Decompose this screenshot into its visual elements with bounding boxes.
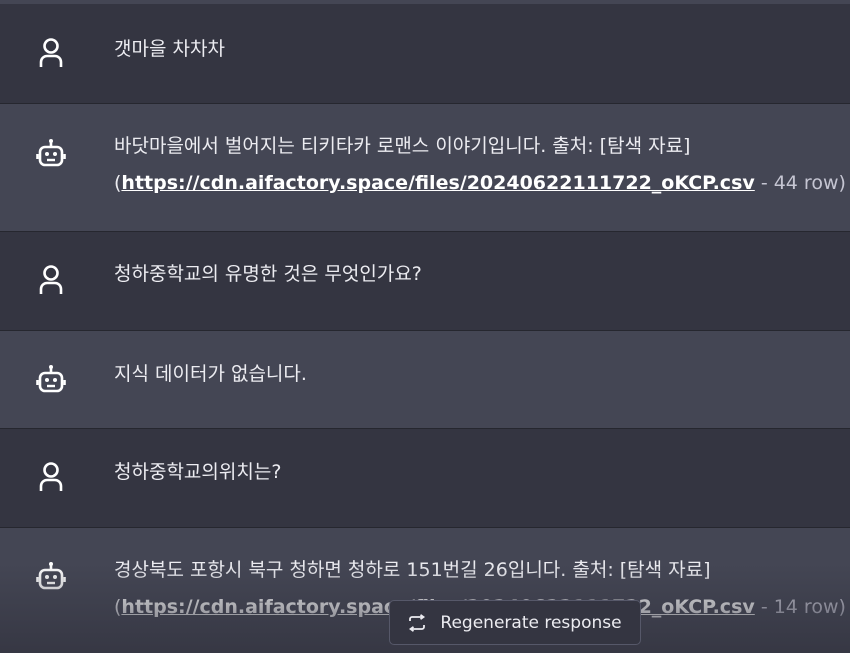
message-text: 갯마을 차차차	[114, 38, 225, 60]
robot-icon	[36, 138, 66, 168]
regenerate-response-button[interactable]: Regenerate response	[389, 600, 641, 645]
chat-message-bot: 지식 데이터가 없습니다.	[0, 331, 850, 429]
message-line: 경상북도 포항시 북구 청하면 청하로 151번길 26입니다. 출처: [탐색…	[114, 559, 711, 581]
chat-message-user: 청하중학교의 유명한 것은 무엇인가요?	[0, 232, 850, 331]
row-count: - 44 row)	[754, 172, 846, 194]
refresh-icon	[408, 613, 426, 632]
message-line: 바닷마을에서 벌어지는 티키타카 로맨스 이야기입니다. 출처: [탐색 자료]	[114, 135, 691, 157]
message-text: 청하중학교의 유명한 것은 무엇인가요?	[114, 263, 422, 285]
user-icon	[36, 265, 66, 295]
message-text: 청하중학교의위치는?	[114, 461, 282, 483]
robot-icon	[36, 364, 66, 394]
message-text: 바닷마을에서 벌어지는 티키타카 로맨스 이야기입니다. 출처: [탐색 자료]…	[114, 128, 846, 202]
user-icon	[36, 38, 66, 68]
message-text: 지식 데이터가 없습니다.	[114, 363, 307, 385]
source-link[interactable]: https://cdn.aifactory.space/files/202406…	[121, 172, 754, 194]
message-source-line: (https://cdn.aifactory.space/files/20240…	[114, 165, 846, 202]
chat-message-user: 갯마을 차차차	[0, 4, 850, 104]
row-count: - 14 row)	[754, 596, 846, 618]
robot-icon	[36, 561, 66, 591]
chat-message-bot: 바닷마을에서 벌어지는 티키타카 로맨스 이야기입니다. 출처: [탐색 자료]…	[0, 104, 850, 232]
user-icon	[36, 462, 66, 492]
chat-message-user: 청하중학교의위치는?	[0, 429, 850, 528]
regenerate-label: Regenerate response	[440, 612, 622, 633]
